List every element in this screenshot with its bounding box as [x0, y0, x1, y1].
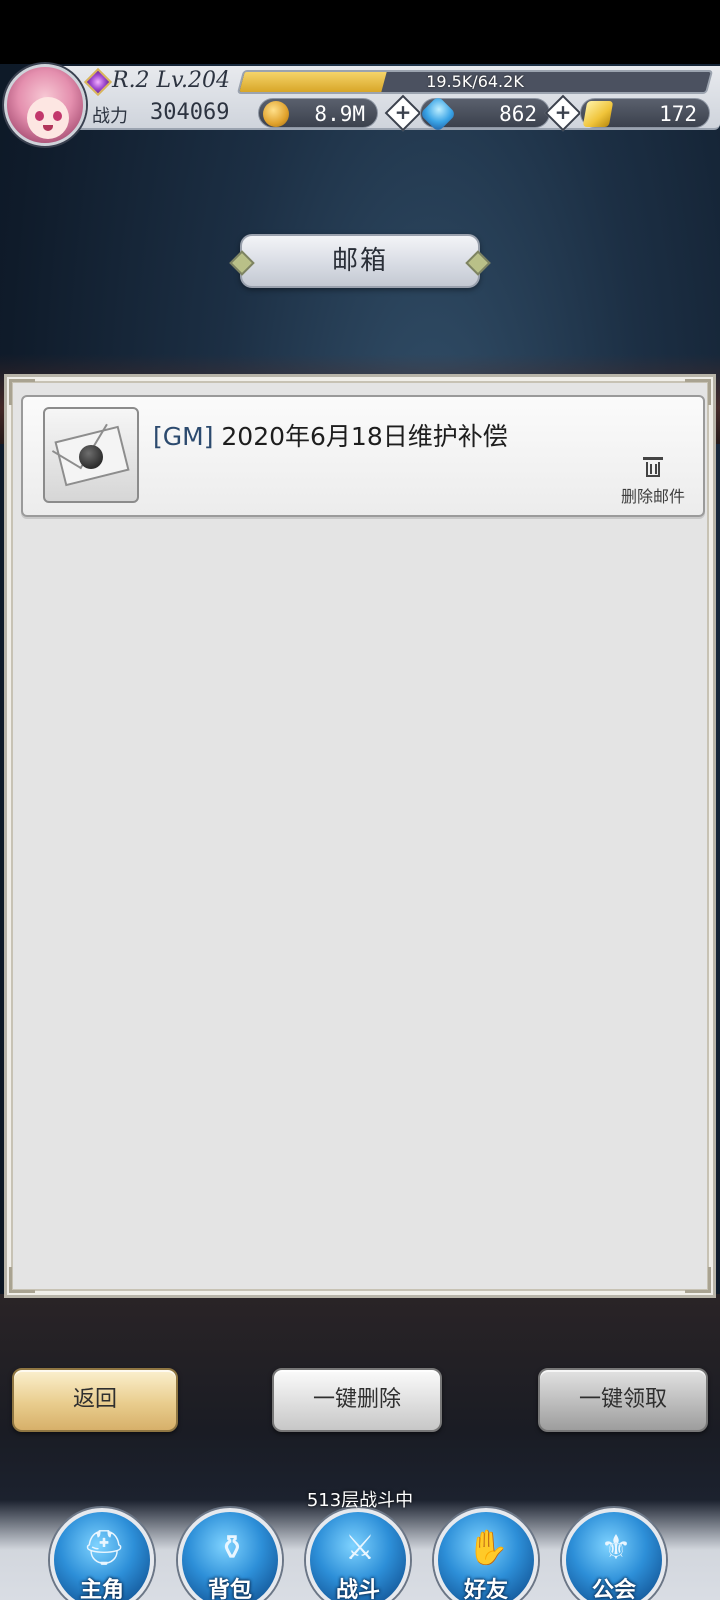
nav-label: 战斗 [335, 1578, 380, 1600]
mail-list-item[interactable]: [GM] 2020年6月18日维护补偿 删除邮件 [21, 395, 705, 517]
mail-tag: [GM] [153, 422, 214, 451]
nav-label: 好友 [463, 1578, 508, 1600]
panel-corner [685, 1267, 711, 1293]
trash-can [646, 462, 660, 477]
avatar-eye [53, 111, 62, 121]
mail-subject: [GM] 2020年6月18日维护补偿 [153, 417, 508, 453]
back-button[interactable]: 返回 [12, 1368, 178, 1432]
mail-subject-text: 2020年6月18日维护补偿 [213, 422, 508, 451]
exp-text: 19.5K/64.2K [426, 72, 524, 91]
mail-icon-frame [43, 407, 139, 503]
trash-icon [643, 457, 663, 477]
gold-currency: 8.9M [258, 98, 378, 128]
handshake-icon: ✋ [466, 1528, 510, 1568]
nav-item-friends[interactable]: ✋ 好友 [434, 1508, 538, 1600]
avatar-eye [35, 111, 44, 121]
power-value: 304069 [150, 100, 230, 125]
nav-item-battle[interactable]: ⚔ 战斗 [306, 1508, 410, 1600]
nav-item-backpack[interactable]: ⚱ 背包 [178, 1508, 282, 1600]
delete-all-button[interactable]: 一键删除 [272, 1368, 442, 1432]
ticket-value: 172 [659, 102, 697, 126]
guild-crest-icon: ⚜ [600, 1528, 632, 1568]
panel-corner [9, 1267, 35, 1293]
crossed-swords-icon: ⚔ [344, 1528, 376, 1568]
gold-coin-icon [263, 101, 289, 127]
avatar-face [27, 97, 69, 139]
mailbox-panel: [GM] 2020年6月18日维护补偿 删除邮件 [4, 374, 716, 1298]
claim-all-button[interactable]: 一键领取 [538, 1368, 708, 1432]
delete-mail-button[interactable]: 删除邮件 [613, 455, 693, 507]
nav-label: 主角 [79, 1578, 124, 1600]
wax-seal-icon [79, 445, 103, 469]
gold-value: 8.9M [314, 102, 365, 126]
knight-helmet-icon: ⛑ [82, 1528, 126, 1568]
trash-lid [643, 457, 663, 460]
gem-value: 862 [499, 102, 537, 126]
gem-currency: 862 [419, 95, 550, 133]
plus-icon: + [394, 100, 412, 124]
delete-mail-label: 删除邮件 [620, 487, 685, 506]
nav-item-hero[interactable]: ⛑ 主角 [50, 1508, 154, 1600]
top-hud: R.2 Lv.204 19.5K/64.2K 战力 304069 8.9M + … [0, 62, 720, 146]
backpack-icon: ⚱ [217, 1528, 247, 1568]
power-label: 战力 [92, 106, 128, 127]
nav-label: 背包 [207, 1578, 252, 1600]
plus-icon: + [554, 100, 572, 124]
status-bar [0, 0, 720, 64]
floor-status: 513层战斗中 [306, 1490, 414, 1511]
nav-label: 公会 [591, 1578, 636, 1600]
gold-ticket-icon [582, 101, 614, 127]
ticket-currency: 172 [580, 98, 710, 128]
page-title: 邮箱 [240, 234, 480, 288]
bottom-nav: ⛑ 主角 ⚱ 背包 ⚔ 战斗 ✋ 好友 ⚜ 公会 [0, 1500, 720, 1600]
rank-level: R.2 Lv.204 [112, 68, 230, 93]
nav-item-guild[interactable]: ⚜ 公会 [562, 1508, 666, 1600]
player-avatar[interactable] [4, 64, 86, 146]
